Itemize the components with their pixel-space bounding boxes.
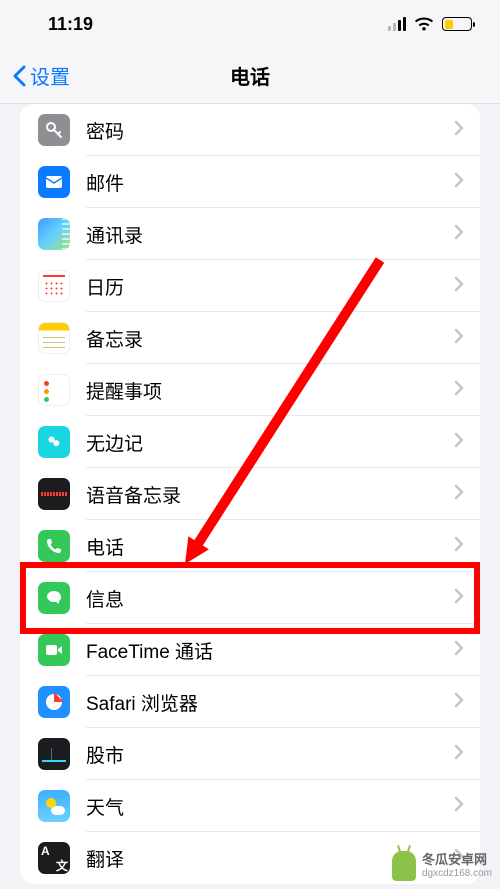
settings-row-label: 密码 — [70, 117, 454, 144]
settings-row-label: FaceTime 通话 — [70, 637, 454, 664]
chevron-right-icon — [454, 640, 480, 661]
android-robot-icon — [392, 851, 416, 881]
settings-row-label: Safari 浏览器 — [70, 689, 454, 716]
settings-row-label: 备忘录 — [70, 325, 454, 352]
settings-row-label: 语音备忘录 — [70, 481, 454, 508]
voice-memos-icon — [38, 478, 70, 510]
settings-list: 密码邮件通讯录日历备忘录提醒事项无边记语音备忘录电话信息 FaceTime 通话 S… — [20, 104, 480, 884]
settings-row-voice-memos[interactable]: 语音备忘录 — [20, 468, 480, 520]
watermark-url: dgxcdz168.com — [422, 868, 492, 879]
translate-icon — [38, 842, 70, 874]
chevron-right-icon — [454, 380, 480, 401]
settings-row-messages[interactable]: 信息 — [20, 572, 480, 624]
watermark: 冬瓜安卓网 dgxcdz168.com — [392, 851, 492, 881]
chevron-right-icon — [454, 796, 480, 817]
status-icons — [388, 17, 472, 31]
page-title: 电话 — [230, 61, 270, 90]
settings-row-key[interactable]: 密码 — [20, 104, 480, 156]
chevron-right-icon — [454, 120, 480, 141]
chevron-right-icon — [454, 172, 480, 193]
safari-icon — [38, 686, 70, 718]
status-bar: 11:19 — [0, 0, 500, 48]
nav-bar: 设置 电话 — [0, 48, 500, 104]
stocks-icon — [38, 738, 70, 770]
chevron-right-icon — [454, 588, 480, 609]
settings-row-label: 提醒事项 — [70, 377, 454, 404]
settings-row-label: 无边记 — [70, 429, 454, 456]
settings-row-reminders[interactable]: 提醒事项 — [20, 364, 480, 416]
settings-row-label: 通讯录 — [70, 221, 454, 248]
notes-icon — [38, 322, 70, 354]
calendar-icon — [38, 270, 70, 302]
settings-row-weather[interactable]: 天气 — [20, 780, 480, 832]
settings-row-mail[interactable]: 邮件 — [20, 156, 480, 208]
facetime-icon — [38, 634, 70, 666]
chevron-right-icon — [454, 328, 480, 349]
back-label: 设置 — [30, 61, 70, 90]
settings-row-stocks[interactable]: 股市 — [20, 728, 480, 780]
cellular-signal-icon — [388, 17, 406, 31]
chevron-right-icon — [454, 744, 480, 765]
settings-row-label: 信息 — [70, 585, 454, 612]
wifi-icon — [414, 17, 434, 31]
chevron-right-icon — [454, 276, 480, 297]
settings-row-label: 电话 — [70, 533, 454, 560]
status-time: 11:19 — [48, 14, 93, 35]
phone-icon — [38, 530, 70, 562]
battery-icon — [442, 17, 472, 31]
settings-row-facetime[interactable]: FaceTime 通话 — [20, 624, 480, 676]
settings-row-label: 股市 — [70, 741, 454, 768]
watermark-name: 冬瓜安卓网 — [422, 852, 487, 867]
chevron-right-icon — [454, 692, 480, 713]
chevron-right-icon — [454, 484, 480, 505]
settings-row-freeform[interactable]: 无边记 — [20, 416, 480, 468]
settings-row-label: 日历 — [70, 273, 454, 300]
messages-icon — [38, 582, 70, 614]
contacts-icon — [38, 218, 70, 250]
back-button[interactable]: 设置 — [12, 48, 70, 103]
settings-row-contacts[interactable]: 通讯录 — [20, 208, 480, 260]
settings-row-calendar[interactable]: 日历 — [20, 260, 480, 312]
settings-row-safari[interactable]: Safari 浏览器 — [20, 676, 480, 728]
weather-icon — [38, 790, 70, 822]
settings-row-phone[interactable]: 电话 — [20, 520, 480, 572]
chevron-right-icon — [454, 224, 480, 245]
mail-icon — [38, 166, 70, 198]
freeform-icon — [38, 426, 70, 458]
settings-row-label: 天气 — [70, 793, 454, 820]
chevron-right-icon — [454, 432, 480, 453]
chevron-right-icon — [454, 536, 480, 557]
settings-row-label: 邮件 — [70, 169, 454, 196]
chevron-left-icon — [12, 65, 26, 87]
key-icon — [38, 114, 70, 146]
reminders-icon — [38, 374, 70, 406]
settings-row-notes[interactable]: 备忘录 — [20, 312, 480, 364]
